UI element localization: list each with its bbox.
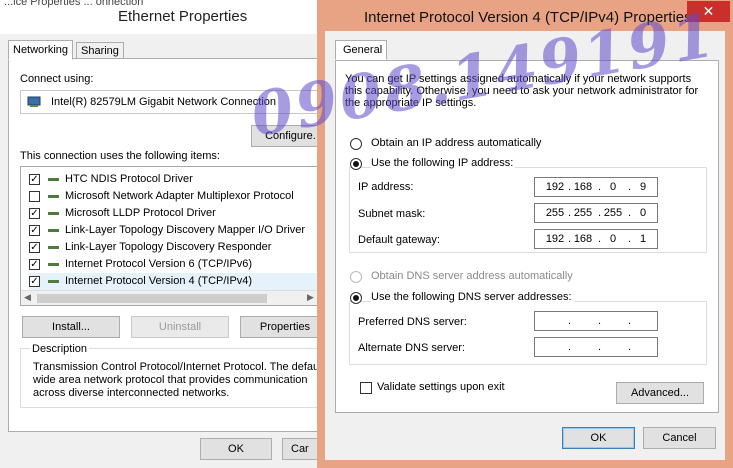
close-button[interactable]: ✕ [687, 1, 730, 22]
octet: 192 [545, 233, 565, 245]
octet: 1 [639, 233, 647, 245]
ok-button[interactable]: OK [200, 438, 272, 460]
items-label: This connection uses the following items… [20, 150, 220, 162]
list-item[interactable]: ✓ Internet Protocol Version 4 (TCP/IPv4) [29, 273, 319, 290]
default-gateway-label: Default gateway: [358, 234, 440, 246]
item-label: Link-Layer Topology Discovery Mapper I/O… [65, 224, 306, 236]
partial-window-fragment: ...ice Properties ... onnection [4, 0, 144, 8]
obtain-dns-auto-label: Obtain DNS server address automatically [371, 270, 573, 282]
advanced-button[interactable]: Advanced... [616, 382, 704, 404]
ethernet-properties-dialog: ...ice Properties ... onnection Ethernet… [0, 0, 330, 468]
components-list[interactable]: ✓ HTC NDIS Protocol Driver Microsoft Net… [20, 166, 320, 306]
ipv4-window-title: Internet Protocol Version 4 (TCP/IPv4) P… [364, 9, 692, 26]
list-item[interactable]: ✓ Internet Protocol Version 6 (TCP/IPv6) [29, 256, 319, 273]
scroll-right-icon[interactable]: ▶ [307, 292, 314, 303]
alternate-dns-label: Alternate DNS server: [358, 342, 465, 354]
install-button[interactable]: Install... [22, 316, 120, 338]
default-gateway-field[interactable]: 192 . 168 . 0 . 1 [534, 229, 658, 249]
cancel-button[interactable]: Cancel [643, 427, 716, 449]
ipv4-properties-dialog: Internet Protocol Version 4 (TCP/IPv4) P… [317, 0, 733, 468]
protocol-icon [47, 242, 60, 253]
octet: 255 [573, 207, 593, 219]
protocol-icon [47, 276, 60, 287]
octet: 168 [573, 233, 593, 245]
obtain-ip-auto-radio[interactable] [350, 138, 362, 150]
item-checkbox[interactable] [29, 191, 40, 202]
obtain-dns-auto-radio[interactable] [350, 271, 362, 283]
octet: 0 [639, 207, 647, 219]
intro-text: You can get IP settings assigned automat… [345, 73, 699, 109]
octet: 0 [609, 233, 617, 245]
item-label: Internet Protocol Version 4 (TCP/IPv4) [65, 275, 253, 287]
list-item[interactable]: Microsoft Network Adapter Multiplexor Pr… [29, 188, 319, 205]
tab-networking[interactable]: Networking [8, 40, 74, 60]
network-adapter-icon [27, 96, 41, 108]
tab-general[interactable]: General [335, 40, 387, 60]
subnet-mask-field[interactable]: 255 . 255 . 255 . 0 [534, 203, 658, 223]
list-item[interactable]: ✓ Link-Layer Topology Discovery Responde… [29, 239, 319, 256]
list-item[interactable]: ✓ Microsoft LLDP Protocol Driver [29, 205, 319, 222]
ethernet-titlebar: ...ice Properties ... onnection Ethernet… [0, 0, 330, 34]
protocol-icon [47, 191, 60, 202]
octet: 255 [545, 207, 565, 219]
description-title: Description [30, 343, 90, 355]
item-checkbox[interactable]: ✓ [29, 242, 40, 253]
list-item[interactable]: ✓ HTC NDIS Protocol Driver [29, 171, 319, 188]
use-following-ip-label: Use the following IP address: [371, 157, 516, 169]
close-icon: ✕ [702, 3, 715, 19]
ok-button[interactable]: OK [562, 427, 635, 449]
alternate-dns-field[interactable]: ... [534, 337, 658, 357]
description-text: Transmission Control Protocol/Internet P… [33, 361, 325, 399]
octet: 9 [639, 181, 647, 193]
item-checkbox[interactable]: ✓ [29, 174, 40, 185]
preferred-dns-field[interactable]: ... [534, 311, 658, 331]
item-label: Microsoft Network Adapter Multiplexor Pr… [65, 190, 294, 202]
validate-label: Validate settings upon exit [377, 381, 505, 393]
uninstall-button[interactable]: Uninstall [131, 316, 229, 338]
list-item[interactable]: ✓ Link-Layer Topology Discovery Mapper I… [29, 222, 319, 239]
item-label: Internet Protocol Version 6 (TCP/IPv6) [65, 258, 253, 270]
item-checkbox[interactable]: ✓ [29, 225, 40, 236]
octet: 255 [603, 207, 623, 219]
scroll-left-icon[interactable]: ◀ [24, 292, 31, 303]
obtain-ip-auto-label: Obtain an IP address automatically [371, 137, 542, 149]
protocol-icon [47, 259, 60, 270]
adapter-box: Intel(R) 82579LM Gigabit Network Connect… [20, 90, 330, 114]
subnet-mask-label: Subnet mask: [358, 208, 426, 220]
item-checkbox[interactable]: ✓ [29, 259, 40, 270]
validate-checkbox[interactable] [360, 382, 372, 394]
ip-address-field[interactable]: 192 . 168 . 0 . 9 [534, 177, 658, 197]
ip-address-label: IP address: [358, 181, 414, 193]
protocol-icon [47, 208, 60, 219]
octet: 192 [545, 181, 565, 193]
scrollbar-thumb[interactable] [37, 294, 267, 303]
ipv4-body: General You can get IP settings assigned… [325, 31, 725, 460]
preferred-dns-label: Preferred DNS server: [358, 316, 467, 328]
general-panel: You can get IP settings assigned automat… [335, 60, 719, 413]
item-label: HTC NDIS Protocol Driver [65, 173, 193, 185]
protocol-icon [47, 174, 60, 185]
octet: 0 [609, 181, 617, 193]
item-checkbox[interactable]: ✓ [29, 276, 40, 287]
use-following-dns-radio[interactable] [350, 292, 362, 304]
protocol-icon [47, 225, 60, 236]
ethernet-window-title: Ethernet Properties [118, 8, 248, 25]
adapter-name: Intel(R) 82579LM Gigabit Network Connect… [51, 96, 277, 108]
octet: 168 [573, 181, 593, 193]
connect-using-label: Connect using: [20, 73, 94, 85]
item-label: Microsoft LLDP Protocol Driver [65, 207, 216, 219]
use-following-ip-radio[interactable] [350, 158, 362, 170]
item-label: Link-Layer Topology Discovery Responder [65, 241, 272, 253]
horizontal-scrollbar[interactable]: ◀ ▶ [21, 290, 319, 305]
item-checkbox[interactable]: ✓ [29, 208, 40, 219]
use-following-dns-label: Use the following DNS server addresses: [371, 291, 574, 303]
